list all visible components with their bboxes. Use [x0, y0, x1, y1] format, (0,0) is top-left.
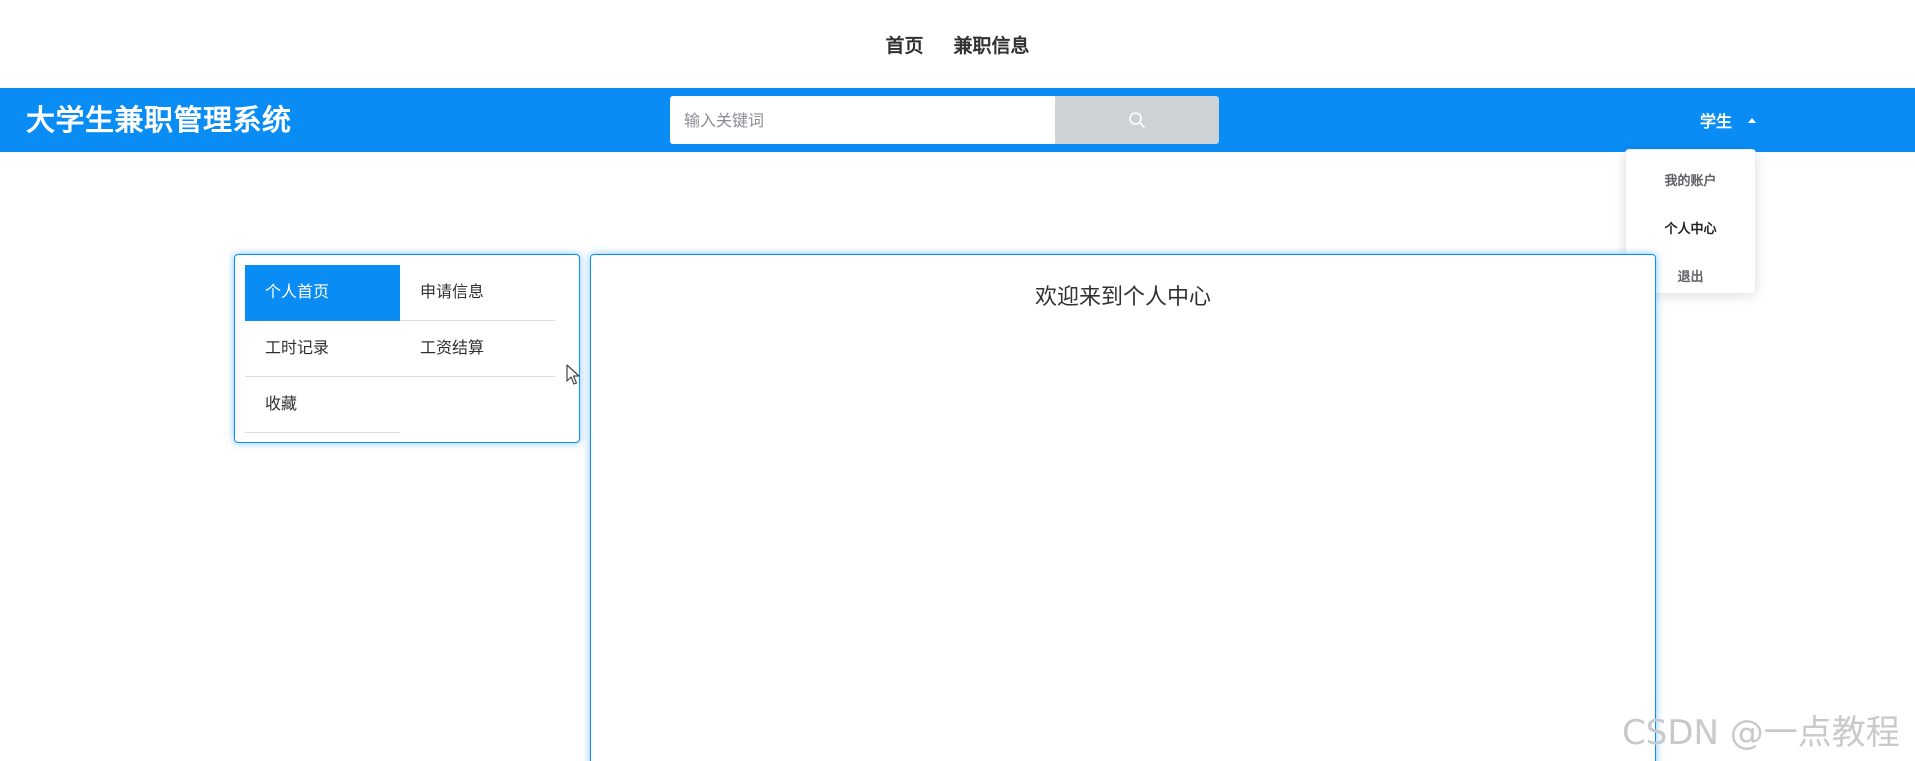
dropdown-item-account[interactable]: 我的账户 [1626, 158, 1755, 206]
caret-up-icon [1748, 117, 1757, 123]
welcome-heading: 欢迎来到个人中心 [1034, 285, 1211, 310]
brand-title: 大学生兼职管理系统 [26, 103, 292, 137]
sidebar-item-home[interactable]: 个人首页 [245, 265, 400, 321]
sidebar-item-salary[interactable]: 工资结算 [400, 321, 555, 377]
search-button[interactable] [1055, 96, 1219, 144]
nav-link-home[interactable]: 首页 [885, 31, 923, 58]
main-content-panel: 欢迎来到个人中心 [590, 254, 1656, 761]
top-nav: 首页 兼职信息 [0, 0, 1915, 88]
dropdown-item-personal-center[interactable]: 个人中心 [1626, 206, 1755, 254]
sidebar-panel: 个人首页 申请信息 工时记录 工资结算 收藏 [234, 254, 580, 443]
sidebar-item-favorites[interactable]: 收藏 [245, 377, 400, 433]
user-menu-trigger[interactable]: 学生 [1700, 88, 1757, 152]
sidebar-menu: 个人首页 申请信息 工时记录 工资结算 收藏 [245, 265, 569, 433]
sidebar-item-work-hours[interactable]: 工时记录 [245, 321, 400, 377]
user-role-label: 学生 [1700, 112, 1733, 131]
search-icon [1129, 112, 1145, 128]
search-bar [670, 96, 1219, 144]
watermark: CSDN @一点教程 [1622, 713, 1900, 753]
mouse-pointer-icon [566, 364, 580, 385]
sidebar-item-applications[interactable]: 申请信息 [400, 265, 555, 321]
nav-link-jobs[interactable]: 兼职信息 [954, 31, 1030, 58]
search-input[interactable] [670, 96, 1055, 144]
app-header: 大学生兼职管理系统 学生 [0, 88, 1915, 152]
